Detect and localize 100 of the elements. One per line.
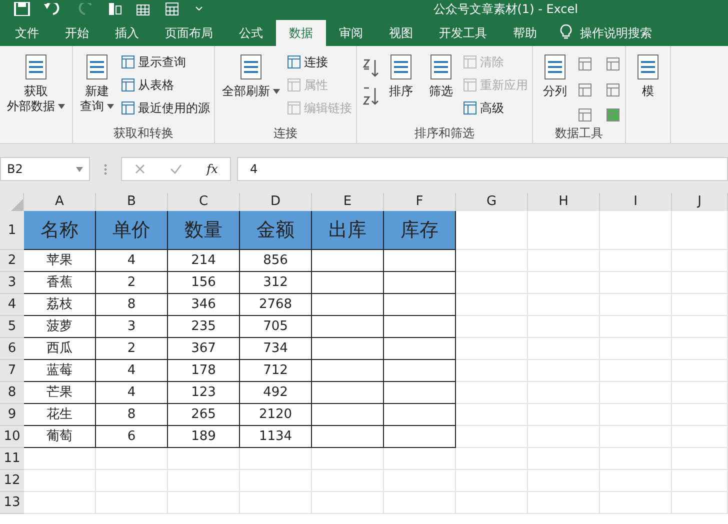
table-cell: 189 — [168, 426, 240, 448]
undo-icon[interactable] — [44, 3, 62, 15]
table-cell — [312, 426, 384, 448]
table-icon — [121, 78, 135, 92]
ribbon-button[interactable]: 最近使用的源 — [121, 98, 210, 118]
data-tool-icon[interactable] — [577, 56, 593, 72]
column-header[interactable]: A — [24, 193, 96, 211]
row-header[interactable]: 5 — [0, 316, 24, 338]
ribbon-tab[interactable]: 插入 — [102, 20, 152, 46]
row-header[interactable]: 7 — [0, 360, 24, 382]
redo-icon — [76, 3, 94, 15]
table-cell: 西瓜 — [24, 338, 96, 360]
column-header[interactable]: B — [96, 193, 168, 211]
ribbon-button[interactable]: 全部刷新 — [219, 50, 283, 125]
table-cell: 单价 — [96, 211, 168, 250]
column-header[interactable]: F — [384, 193, 456, 211]
tell-me-search[interactable]: 操作说明搜索 — [580, 20, 652, 46]
column-header[interactable]: G — [456, 193, 528, 211]
table-cell — [240, 492, 312, 514]
row-header[interactable]: 12 — [0, 470, 24, 492]
ribbon-button[interactable]: 分列 — [537, 50, 573, 125]
table-cell: 出库 — [312, 211, 384, 250]
data-tool-icon[interactable] — [605, 82, 621, 98]
table-cell: 4 — [96, 382, 168, 404]
column-header[interactable]: D — [240, 193, 312, 211]
ribbon-button[interactable]: 筛选 — [423, 50, 459, 125]
ribbon-button[interactable]: 新建 查询 — [77, 50, 117, 125]
table-cell: 214 — [168, 250, 240, 272]
ribbon-tab[interactable]: 审阅 — [326, 20, 376, 46]
save-icon[interactable] — [14, 2, 30, 16]
column-header[interactable]: J — [672, 193, 728, 211]
table-cell: 荔枝 — [24, 294, 96, 316]
table-cell — [384, 338, 456, 360]
row-header[interactable]: 13 — [0, 492, 24, 514]
table-cell: 123 — [168, 382, 240, 404]
ribbon-button[interactable]: 从表格 — [121, 75, 210, 95]
ribbon-button[interactable]: 获取 外部数据 — [4, 50, 68, 143]
table-cell: 2 — [96, 338, 168, 360]
ribbon-tab[interactable]: 文件 — [2, 20, 52, 46]
grip-icon[interactable] — [104, 164, 107, 174]
ribbon-button[interactable]: 模 — [630, 50, 666, 143]
table-icon — [463, 55, 477, 69]
table-cell — [456, 338, 528, 360]
table-cell: 4 — [96, 360, 168, 382]
ribbon-tab[interactable]: 公式 — [226, 20, 276, 46]
data-tool-icon[interactable] — [605, 107, 621, 124]
row-header[interactable]: 10 — [0, 426, 24, 448]
row-header[interactable]: 3 — [0, 272, 24, 294]
cancel-icon[interactable] — [134, 163, 146, 175]
ribbon-tab[interactable]: 数据 — [276, 20, 326, 46]
table-icon — [463, 101, 477, 115]
insert-function-button[interactable]: fx — [206, 162, 218, 176]
data-tool-icon[interactable] — [605, 56, 621, 72]
sort-ascending-icon[interactable] — [361, 58, 379, 78]
row-header[interactable]: 8 — [0, 382, 24, 404]
grid-icon[interactable] — [164, 2, 180, 16]
data-tool-icon[interactable] — [577, 82, 593, 98]
data-tool-icon[interactable] — [577, 107, 593, 124]
ribbon-button[interactable]: 连接 — [287, 52, 352, 72]
sort-descending-icon[interactable] — [361, 86, 379, 106]
table-icon — [287, 55, 301, 69]
row-header[interactable]: 9 — [0, 404, 24, 426]
table-cell — [312, 448, 384, 470]
name-box[interactable]: B2 — [0, 157, 90, 181]
table-cell — [672, 470, 728, 492]
lightbulb-icon — [560, 24, 572, 40]
table-cell — [456, 250, 528, 272]
row-header[interactable]: 6 — [0, 338, 24, 360]
row-header[interactable]: 1 — [0, 211, 24, 250]
ribbon-tab[interactable]: 开始 — [52, 20, 102, 46]
ribbon-button[interactable]: 高级 — [463, 98, 528, 118]
table-icon[interactable] — [136, 2, 150, 16]
table-cell — [384, 272, 456, 294]
row-header[interactable]: 4 — [0, 294, 24, 316]
column-header[interactable]: I — [600, 193, 672, 211]
form-icon[interactable] — [108, 2, 122, 16]
ribbon-tab[interactable]: 视图 — [376, 20, 426, 46]
ribbon-tab[interactable]: 帮助 — [500, 20, 550, 46]
table-cell — [456, 382, 528, 404]
table-cell — [456, 426, 528, 448]
table-cell: 菠萝 — [24, 316, 96, 338]
formula-field[interactable]: 4 — [237, 157, 728, 181]
check-icon[interactable] — [170, 163, 182, 175]
row-header[interactable]: 2 — [0, 250, 24, 272]
ribbon-button[interactable]: 显示查询 — [121, 52, 210, 72]
column-header[interactable]: C — [168, 193, 240, 211]
table-cell: 库存 — [384, 211, 456, 250]
table-cell — [24, 448, 96, 470]
ribbon-button[interactable]: 排序 — [383, 50, 419, 125]
ribbon-tab[interactable]: 页面布局 — [152, 20, 226, 46]
column-header[interactable]: H — [528, 193, 600, 211]
caret-icon[interactable] — [76, 166, 83, 172]
row-header[interactable]: 11 — [0, 448, 24, 470]
table-cell — [312, 250, 384, 272]
ribbon-tab[interactable]: 开发工具 — [426, 20, 500, 46]
column-header[interactable]: E — [312, 193, 384, 211]
table-cell: 4 — [96, 250, 168, 272]
table-cell: 葡萄 — [24, 426, 96, 448]
table-cell — [528, 338, 600, 360]
table-cell — [384, 448, 456, 470]
